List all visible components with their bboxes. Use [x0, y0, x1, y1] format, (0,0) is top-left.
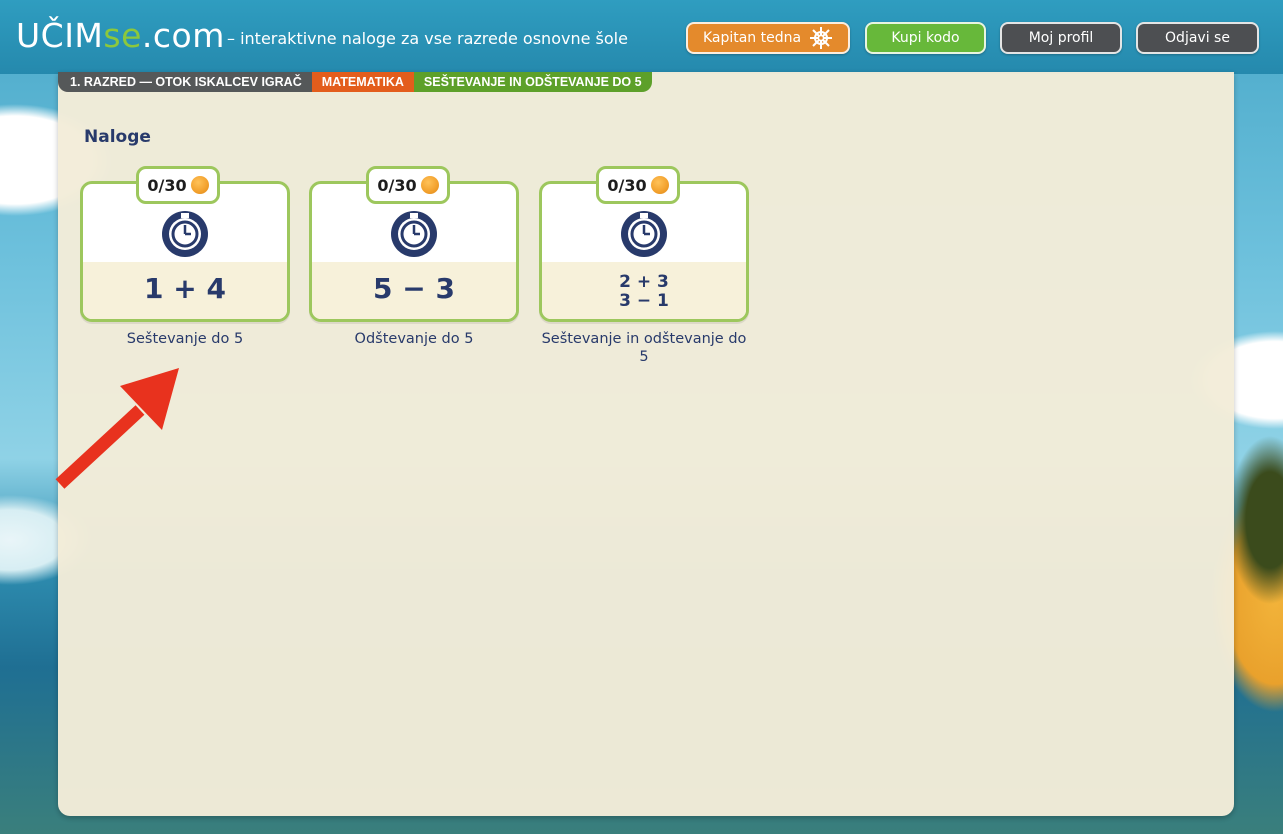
stopwatch-icon: [621, 211, 667, 257]
stopwatch-icon: [391, 211, 437, 257]
task-expression-line: 2 + 3: [619, 272, 669, 292]
coin-icon: [190, 176, 209, 194]
logout-button[interactable]: Odjavi se: [1136, 22, 1259, 54]
logo-text-se: se: [103, 16, 142, 55]
top-header: UČIMse.com – interaktivne naloge za vse …: [0, 0, 1283, 74]
task-expression: 5 − 3: [373, 272, 455, 305]
ship-wheel-icon: [809, 26, 833, 50]
captain-button-label: Kapitan tedna: [702, 30, 802, 46]
score-badge: 0/30: [366, 166, 450, 204]
my-profile-button[interactable]: Moj profil: [1000, 22, 1122, 54]
task-expression: 2 + 3 3 − 1: [542, 273, 746, 311]
score-badge: 0/30: [136, 166, 220, 204]
task-label[interactable]: Odštevanje do 5: [309, 330, 519, 348]
task-expression: 1 + 4: [144, 272, 226, 305]
stopwatch-icon: [162, 211, 208, 257]
annotation-arrow: [55, 368, 179, 489]
score-text: 0/30: [607, 175, 647, 195]
score-badge: 0/30: [596, 166, 680, 204]
score-text: 0/30: [377, 175, 417, 195]
score-text: 0/30: [147, 175, 187, 195]
site-tagline: – interaktivne naloge za vse razrede osn…: [227, 29, 628, 48]
coin-icon: [420, 176, 439, 194]
captain-of-week-button[interactable]: Kapitan tedna: [686, 22, 850, 54]
buy-code-button[interactable]: Kupi kodo: [865, 22, 986, 54]
breadcrumb-grade[interactable]: 1. RAZRED — OTOK ISKALCEV IGRAČ: [58, 72, 312, 92]
breadcrumb-topic: SEŠTEVANJE IN ODŠTEVANJE DO 5: [413, 72, 652, 92]
logo-text-ucim: UČIM: [16, 16, 104, 55]
task-label[interactable]: Seštevanje in odštevanje do 5: [539, 330, 749, 366]
section-title: Naloge: [84, 127, 151, 147]
logo-text-com: .com: [141, 16, 225, 55]
breadcrumb: 1. RAZRED — OTOK ISKALCEV IGRAČ MATEMATI…: [58, 72, 652, 92]
coin-icon: [650, 176, 669, 194]
task-label[interactable]: Seštevanje do 5: [80, 330, 290, 348]
site-logo[interactable]: UČIMse.com: [16, 16, 225, 56]
breadcrumb-subject[interactable]: MATEMATIKA: [311, 72, 414, 92]
task-expression-line: 3 − 1: [619, 291, 669, 311]
